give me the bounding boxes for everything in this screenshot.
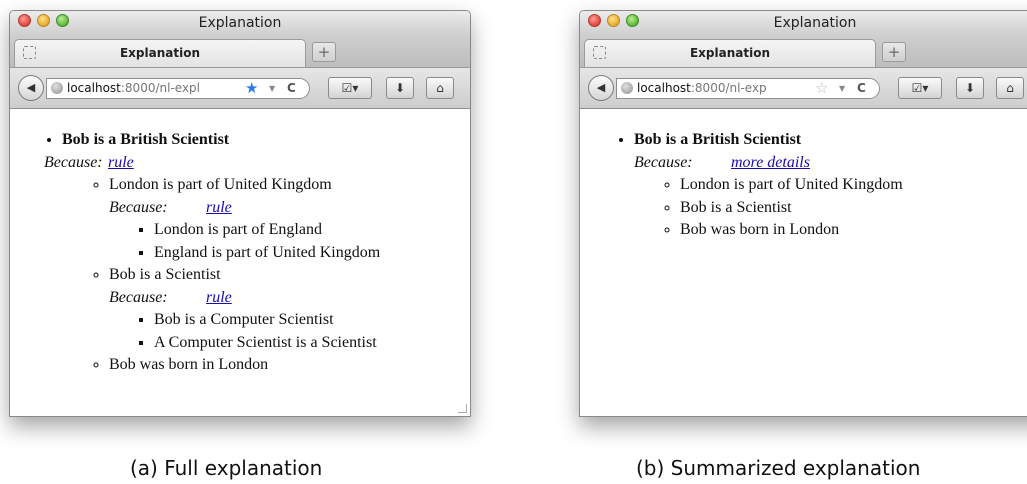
list-item: Bob was born in London (680, 219, 1027, 242)
sub-list: London is part of United Kingdom Because… (62, 174, 470, 377)
main-statement: Bob is a British Scientist (62, 131, 230, 148)
url-host: localhost (67, 81, 121, 95)
because-line: Because: more details (634, 152, 1027, 175)
window-title: Explanation (198, 15, 282, 31)
because-label: Because: (44, 153, 103, 171)
browser-window-summarized: Explanation Explanation + ◀ localhost:80… (579, 10, 1027, 417)
home-button[interactable]: ⌂ (996, 77, 1024, 99)
title-bar[interactable]: Explanation (10, 11, 470, 35)
more-details-link[interactable]: more details (731, 154, 810, 171)
premise-text: Bob is a Scientist (109, 266, 221, 283)
list-item: London is part of England (154, 219, 470, 242)
because-label: Because: (109, 288, 168, 306)
url-host: localhost (637, 81, 691, 95)
url-path: :8000/nl-exp (690, 81, 767, 95)
list-item: Bob is a Computer Scientist (154, 309, 470, 332)
home-button[interactable]: ⌂ (426, 77, 454, 99)
page-content: Bob is a British Scientist Because: more … (580, 109, 1027, 242)
rule-link[interactable]: rule (108, 154, 134, 171)
tab-explanation[interactable]: Explanation (14, 39, 306, 67)
list-item: Bob is a Scientist Because: rule Bob is a… (109, 264, 470, 354)
bookmark-star-icon[interactable]: ★ (245, 79, 258, 98)
rule-link[interactable]: rule (206, 289, 232, 306)
because-line: Because: rule (44, 152, 470, 175)
title-bar[interactable]: Explanation (580, 11, 1027, 35)
bookmarks-menu-button[interactable]: ☑▾ (328, 77, 372, 99)
resize-grip[interactable] (458, 404, 467, 413)
explanation-tree: Bob is a British Scientist Because: more … (580, 129, 1027, 242)
list-item: London is part of United Kingdom (680, 174, 1027, 197)
list-item: A Computer Scientist is a Scientist (154, 332, 470, 355)
globe-icon (621, 82, 633, 94)
tab-label: Explanation (689, 46, 770, 60)
reload-icon[interactable]: C (287, 79, 296, 98)
back-button[interactable]: ◀ (18, 75, 44, 101)
globe-icon (51, 82, 63, 94)
url-bar[interactable]: localhost:8000/nl-expl ★ ▼ C (46, 78, 310, 99)
bookmarks-menu-button[interactable]: ☑▾ (898, 77, 942, 99)
url-text: localhost:8000/nl-exp (637, 79, 801, 98)
caption-summarized-explanation: (b) Summarized explanation (636, 456, 921, 480)
new-tab-button[interactable]: + (312, 42, 336, 62)
navigation-toolbar: ◀ localhost:8000/nl-exp ☆ ▼ C ☑▾ ⬇ ⌂ (580, 68, 1027, 109)
because-line: Because: rule (109, 197, 470, 220)
tab-label: Explanation (119, 46, 200, 60)
explanation-tree: Bob is a British Scientist Because:rule … (10, 129, 470, 377)
url-dropdown-icon[interactable]: ▼ (839, 79, 845, 98)
because-label: Because: (109, 198, 168, 216)
navigation-toolbar: ◀ localhost:8000/nl-expl ★ ▼ C ☑▾ ⬇ ⌂ (10, 68, 470, 109)
browser-window-full: Explanation Explanation + ◀ localhost:80… (9, 10, 471, 417)
sub-list: Bob is a Computer Scientist A Computer S… (109, 309, 470, 354)
main-statement: Bob is a British Scientist (634, 131, 802, 148)
page-content: Bob is a British Scientist Because:rule … (10, 109, 470, 377)
bookmark-star-icon[interactable]: ☆ (815, 79, 828, 98)
tab-strip: Explanation + (10, 35, 470, 68)
list-item: Bob is a British Scientist Because:rule … (44, 129, 470, 377)
sub-list: London is part of United Kingdom Bob is … (634, 174, 1027, 242)
url-dropdown-icon[interactable]: ▼ (269, 79, 275, 98)
window-title: Explanation (773, 15, 857, 31)
caption-full-explanation: (a) Full explanation (130, 456, 323, 480)
because-label: Because: (634, 153, 693, 171)
list-item: Bob is a Scientist (680, 197, 1027, 220)
back-button[interactable]: ◀ (588, 75, 614, 101)
premise-text: Bob was born in London (109, 356, 269, 373)
new-tab-button[interactable]: + (882, 42, 906, 62)
url-text: localhost:8000/nl-expl (67, 79, 231, 98)
url-bar[interactable]: localhost:8000/nl-exp ☆ ▼ C (616, 78, 880, 99)
tab-strip: Explanation + (580, 35, 1027, 68)
list-item: England is part of United Kingdom (154, 242, 470, 265)
rule-link[interactable]: rule (206, 199, 232, 216)
list-item: Bob was born in London (109, 354, 470, 377)
tab-explanation[interactable]: Explanation (584, 39, 876, 67)
downloads-button[interactable]: ⬇ (956, 77, 984, 99)
sub-list: London is part of England England is par… (109, 219, 470, 264)
because-line: Because: rule (109, 287, 470, 310)
premise-text: London is part of United Kingdom (109, 176, 332, 193)
url-path: :8000/nl-expl (120, 81, 200, 95)
downloads-button[interactable]: ⬇ (386, 77, 414, 99)
reload-icon[interactable]: C (857, 79, 866, 98)
list-item: London is part of United Kingdom Because… (109, 174, 470, 264)
list-item: Bob is a British Scientist Because: more … (634, 129, 1027, 242)
